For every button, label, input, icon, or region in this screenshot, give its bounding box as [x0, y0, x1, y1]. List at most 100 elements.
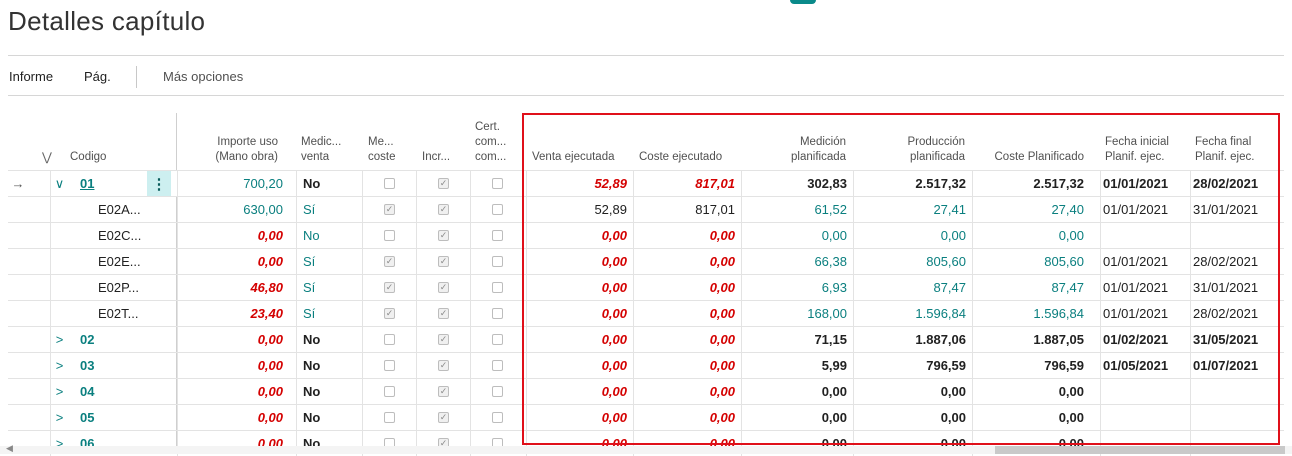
cell-produccion[interactable]: 796,59 [853, 353, 972, 378]
cell-incr[interactable]: ✓ [416, 223, 470, 248]
cell-coste_plan[interactable]: 0,00 [972, 379, 1090, 404]
checkbox[interactable]: ✓ [438, 204, 449, 215]
cell-venta[interactable]: 52,89 [526, 171, 633, 196]
checkbox[interactable]: ✓ [438, 230, 449, 241]
cell-coste_plan[interactable]: 27,40 [972, 197, 1090, 222]
cell-code[interactable]: 04 [76, 379, 144, 404]
chevron-right-icon[interactable] [50, 275, 68, 300]
cell-cert[interactable] [470, 249, 524, 274]
cell-coste_plan[interactable]: 1.887,05 [972, 327, 1090, 352]
cell-coste_plan[interactable]: 0,00 [972, 223, 1090, 248]
table-row[interactable]: → ∨ 01 ⋮ 700,20 No ✓ 52,89 817,01 302,83 2.517,32 2… [8, 170, 1284, 196]
cell-produccion[interactable]: 0,00 [853, 379, 972, 404]
cell-venta[interactable]: 0,00 [526, 379, 633, 404]
cell-me[interactable]: ✓ [362, 197, 416, 222]
cell-incr[interactable]: ✓ [416, 171, 470, 196]
checkbox[interactable] [492, 256, 503, 267]
cell-importe[interactable]: 630,00 [177, 197, 289, 222]
cell-cert[interactable] [470, 275, 524, 300]
chevron-right-icon[interactable]: > [50, 379, 68, 404]
chevron-down-icon[interactable]: ∨ [50, 171, 68, 196]
cell-fecha-final[interactable]: 28/02/2021 [1190, 301, 1284, 326]
cell-incr[interactable]: ✓ [416, 353, 470, 378]
cell-medicion[interactable]: 61,52 [741, 197, 853, 222]
checkbox[interactable] [492, 308, 503, 319]
table-row[interactable]: E02C... 0,00 No ✓ 0,00 0,00 0,00 0,00 0,00 [8, 222, 1284, 248]
cell-medicion[interactable]: 168,00 [741, 301, 853, 326]
cell-me[interactable] [362, 353, 416, 378]
checkbox[interactable]: ✓ [384, 204, 395, 215]
cell-coste[interactable]: 0,00 [633, 405, 741, 430]
chevron-right-icon[interactable]: > [50, 405, 68, 430]
cell-coste_plan[interactable]: 796,59 [972, 353, 1090, 378]
cell-cert[interactable] [470, 301, 524, 326]
table-row[interactable]: E02A... 630,00 Sí ✓ ✓ 52,89 817,01 61,52 27,41 27… [8, 196, 1284, 222]
table-row[interactable]: >04 0,00 No ✓ 0,00 0,00 0,00 0,00 0,00 [8, 378, 1284, 404]
cell-coste[interactable]: 0,00 [633, 353, 741, 378]
cell-medicion[interactable]: 5,99 [741, 353, 853, 378]
cell-code[interactable]: E02E... [94, 249, 144, 274]
checkbox[interactable] [492, 334, 503, 345]
checkbox[interactable] [492, 360, 503, 371]
checkbox[interactable] [384, 386, 395, 397]
cell-venta[interactable]: 0,00 [526, 275, 633, 300]
cell-fecha-inicial[interactable]: 01/01/2021 [1100, 249, 1190, 274]
col-fecha-final[interactable]: Fecha final Planif. ejec. [1195, 118, 1280, 170]
chevron-right-icon[interactable] [50, 197, 68, 222]
cell-fecha-final[interactable] [1190, 405, 1284, 430]
cell-fecha-final[interactable]: 28/02/2021 [1190, 249, 1284, 274]
checkbox[interactable] [492, 204, 503, 215]
checkbox[interactable] [384, 412, 395, 423]
checkbox[interactable]: ✓ [384, 308, 395, 319]
cell-medicion[interactable]: 302,83 [741, 171, 853, 196]
more-options-action[interactable]: Más opciones [163, 69, 243, 84]
cell-medic[interactable]: Sí [296, 275, 362, 300]
checkbox[interactable] [492, 282, 503, 293]
cell-code[interactable]: E02T... [94, 301, 144, 326]
cell-fecha-inicial[interactable] [1100, 223, 1190, 248]
cell-importe[interactable]: 0,00 [177, 405, 289, 430]
cell-venta[interactable]: 0,00 [526, 327, 633, 352]
cell-fecha-final[interactable]: 31/05/2021 [1190, 327, 1284, 352]
checkbox[interactable] [492, 412, 503, 423]
cell-importe[interactable]: 0,00 [177, 379, 289, 404]
checkbox[interactable]: ✓ [438, 386, 449, 397]
chevron-right-icon[interactable] [50, 301, 68, 326]
col-medicion-planificada[interactable]: Medición planificada [741, 118, 852, 170]
cell-medic[interactable]: Sí [296, 249, 362, 274]
col-medic-venta[interactable]: Medic... venta [301, 118, 351, 170]
cell-coste_plan[interactable]: 805,60 [972, 249, 1090, 274]
cell-incr[interactable]: ✓ [416, 327, 470, 352]
cell-medicion[interactable]: 0,00 [741, 223, 853, 248]
cell-coste[interactable]: 0,00 [633, 379, 741, 404]
cell-coste[interactable]: 0,00 [633, 223, 741, 248]
cell-medicion[interactable]: 0,00 [741, 405, 853, 430]
cell-fecha-inicial[interactable] [1100, 405, 1190, 430]
checkbox[interactable] [384, 178, 395, 189]
checkbox[interactable]: ✓ [438, 308, 449, 319]
cell-code[interactable]: E02A... [94, 197, 144, 222]
cell-fecha-final[interactable]: 31/01/2021 [1190, 275, 1284, 300]
scrollbar-thumb[interactable] [995, 446, 1285, 454]
cell-me[interactable] [362, 379, 416, 404]
cell-importe[interactable]: 0,00 [177, 327, 289, 352]
cell-cert[interactable] [470, 379, 524, 404]
col-codigo[interactable]: Codigo [70, 118, 150, 170]
checkbox[interactable]: ✓ [438, 256, 449, 267]
cell-coste[interactable]: 0,00 [633, 249, 741, 274]
cell-incr[interactable]: ✓ [416, 301, 470, 326]
more-icon[interactable]: ⋮ [147, 171, 171, 196]
cell-coste_plan[interactable]: 1.596,84 [972, 301, 1090, 326]
table-row[interactable]: >05 0,00 No ✓ 0,00 0,00 0,00 0,00 0,00 [8, 404, 1284, 430]
cell-me[interactable]: ✓ [362, 275, 416, 300]
cell-medic[interactable]: Sí [296, 197, 362, 222]
cell-medic[interactable]: No [296, 223, 362, 248]
col-coste-planificado[interactable]: Coste Planificado [972, 118, 1090, 170]
cell-cert[interactable] [470, 223, 524, 248]
cell-me[interactable] [362, 405, 416, 430]
cell-venta[interactable]: 0,00 [526, 353, 633, 378]
cell-me[interactable]: ✓ [362, 249, 416, 274]
cell-me[interactable]: ✓ [362, 301, 416, 326]
cell-cert[interactable] [470, 197, 524, 222]
cell-produccion[interactable]: 87,47 [853, 275, 972, 300]
